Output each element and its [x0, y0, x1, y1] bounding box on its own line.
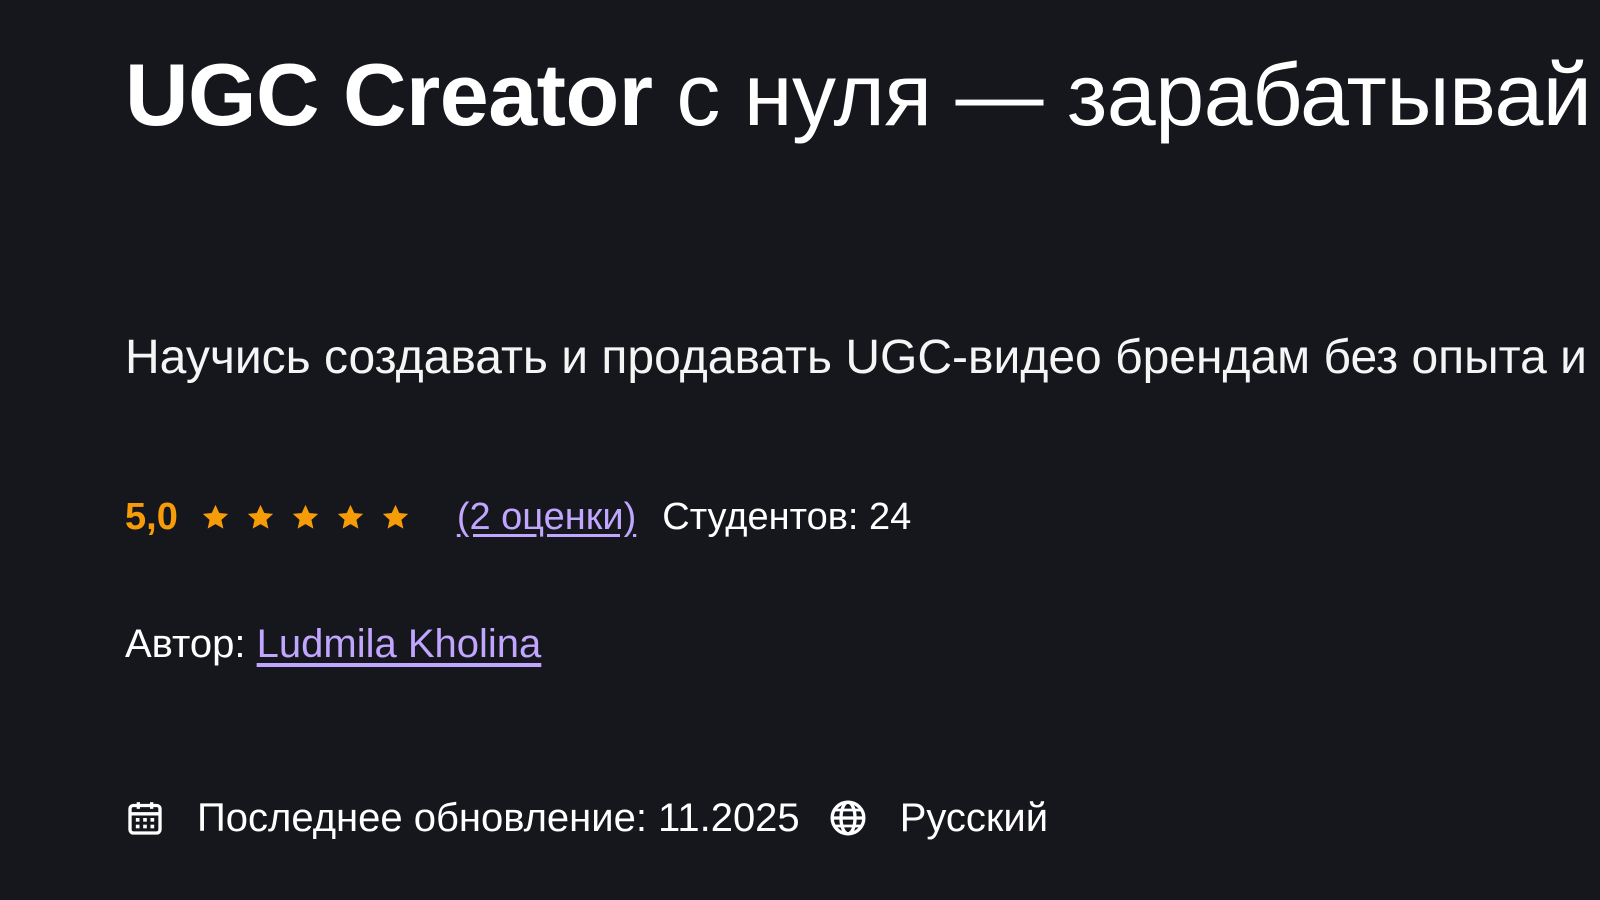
author-label: Автор: — [125, 622, 257, 666]
course-subtitle: Научись создавать и продавать UGC-видео … — [125, 331, 1600, 384]
star-icon — [247, 504, 273, 529]
star-icon — [382, 504, 408, 529]
star-rating — [200, 502, 425, 533]
meta-row: Последнее обновление: 11.2025 Русский — [125, 792, 1048, 844]
course-language: Русский — [899, 796, 1049, 840]
calendar-icon — [128, 802, 162, 835]
star-icon — [202, 504, 228, 529]
star-icon — [292, 504, 318, 529]
students-count: Студентов: 24 — [662, 496, 912, 538]
course-title-rest: с нуля — зарабатывай на видео для брендо… — [676, 45, 1600, 144]
ratings-count-link[interactable]: (2 оценки) — [457, 492, 636, 542]
course-title: UGC Creator с нуля — зарабатывай на виде… — [125, 40, 1600, 150]
last-update: Последнее обновление: 11.2025 — [197, 796, 800, 840]
course-info: UGC Creator с нуля — зарабатывай на виде… — [125, 40, 1600, 840]
globe-icon — [830, 800, 866, 836]
author-row: Автор: Ludmila Kholina — [125, 618, 541, 670]
course-title-bold: UGC Creator — [125, 45, 653, 144]
star-icon — [337, 504, 363, 529]
author-link[interactable]: Ludmila Kholina — [257, 622, 542, 666]
rating-row: 5,0 (2 оценки) Студентов: 24 — [125, 492, 911, 542]
course-header: UGC Creator с нуля — зарабатывай на виде… — [0, 0, 1600, 900]
rating-value: 5,0 — [125, 496, 178, 538]
